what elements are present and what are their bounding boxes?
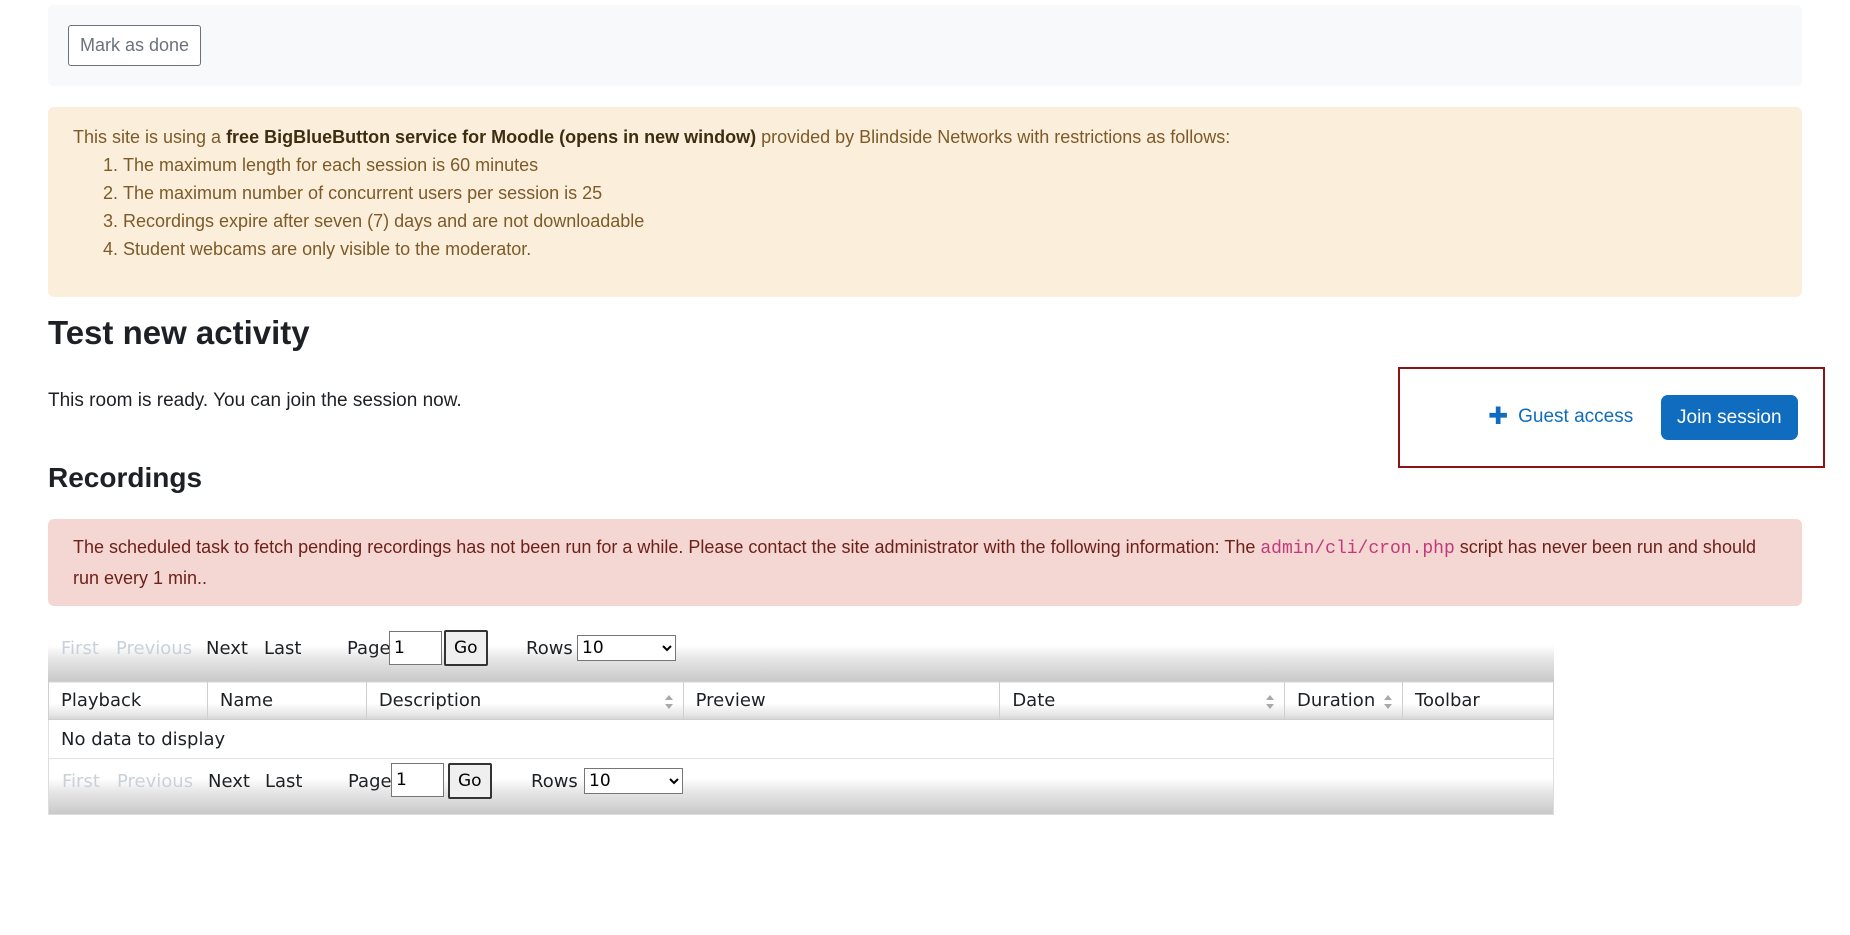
pager-rows-label: Rows: [526, 638, 573, 659]
sort-icon: [665, 695, 673, 709]
pager-last[interactable]: Last: [265, 771, 303, 792]
pager-rows-select[interactable]: 10: [584, 768, 683, 794]
pager-next[interactable]: Next: [208, 771, 250, 792]
room-status-text: This room is ready. You can join the ses…: [48, 390, 462, 411]
sort-icon: [1384, 695, 1392, 709]
column-header-preview: Preview: [682, 681, 1001, 720]
pager-go-button[interactable]: Go: [448, 763, 492, 799]
table-header-row: Playback Name Description Preview Date D…: [48, 681, 1554, 720]
column-header-name[interactable]: Name: [206, 681, 367, 720]
activity-completion-bar: Mark as done: [48, 5, 1802, 86]
pager-page-label: Page: [347, 638, 391, 659]
mark-as-done-button[interactable]: Mark as done: [68, 25, 202, 66]
recordings-table: Playback Name Description Preview Date D…: [48, 681, 1554, 759]
restriction-item: The maximum length for each session is 6…: [123, 151, 1777, 179]
sort-icon: [1266, 695, 1274, 709]
plus-icon: ✚: [1488, 403, 1509, 430]
column-header-date[interactable]: Date: [999, 681, 1286, 720]
column-header-duration[interactable]: Duration: [1284, 681, 1404, 720]
pager-rows-label: Rows: [531, 771, 578, 792]
join-actions-box: ✚ Guest access Join session: [1398, 367, 1825, 468]
cron-script-path: admin/cli/cron.php: [1260, 539, 1455, 559]
guest-access-link[interactable]: ✚ Guest access: [1488, 405, 1633, 429]
pager-previous: Previous: [116, 638, 193, 659]
pager-page-input[interactable]: [391, 763, 444, 797]
column-header-playback: Playback: [48, 681, 208, 720]
cron-warning-notice: The scheduled task to fetch pending reco…: [48, 519, 1802, 606]
restriction-item: Student webcams are only visible to the …: [123, 235, 1777, 263]
recordings-heading: Recordings: [48, 462, 203, 493]
bbb-restrictions-list: The maximum length for each session is 6…: [73, 151, 1777, 263]
activity-title: Test new activity: [48, 314, 310, 351]
pager-rows-select[interactable]: 10: [577, 635, 676, 661]
restriction-item: Recordings expire after seven (7) days a…: [123, 207, 1777, 235]
pager-first: First: [61, 638, 99, 659]
table-row: No data to display: [48, 719, 1554, 759]
recordings-pager-bottom: First Previous Next Last Page Go Rows 10: [48, 759, 1554, 815]
pager-page-input[interactable]: [389, 631, 442, 665]
pager-first: First: [62, 771, 100, 792]
bbb-service-notice: This site is using a free BigBlueButton …: [48, 107, 1802, 297]
empty-table-message: No data to display: [48, 719, 1554, 759]
pager-next[interactable]: Next: [206, 638, 248, 659]
pager-page-label: Page: [348, 771, 392, 792]
bbb-service-link[interactable]: free BigBlueButton service for Moodle (o…: [226, 127, 756, 147]
recordings-pager-top: First Previous Next Last Page Go Rows 10: [48, 626, 1554, 681]
column-header-toolbar: Toolbar: [1402, 681, 1554, 720]
bbb-notice-intro: This site is using a free BigBlueButton …: [73, 127, 1231, 147]
pager-last[interactable]: Last: [264, 638, 302, 659]
pager-go-button[interactable]: Go: [444, 630, 488, 666]
join-session-button[interactable]: Join session: [1661, 395, 1798, 440]
pager-previous: Previous: [117, 771, 194, 792]
restriction-item: The maximum number of concurrent users p…: [123, 179, 1777, 207]
column-header-description[interactable]: Description: [365, 681, 684, 720]
guest-access-label: Guest access: [1518, 406, 1634, 427]
